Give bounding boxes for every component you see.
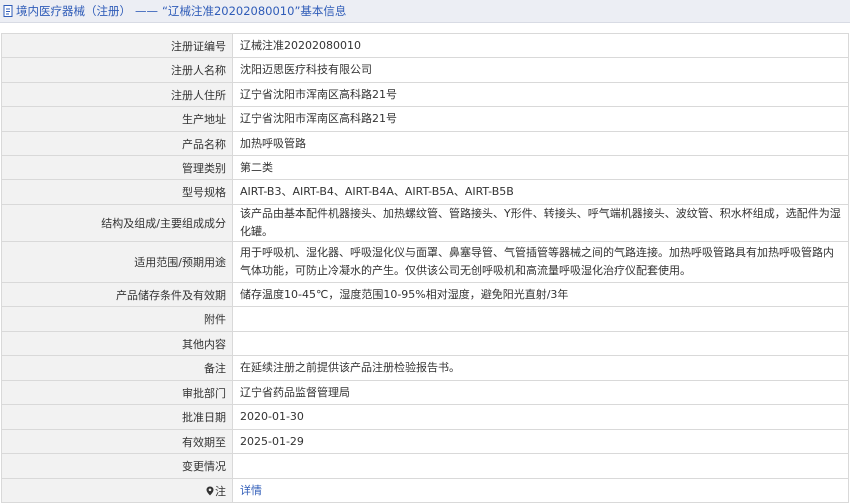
row-value: 该产品由基本配件机器接头、加热螺纹管、管路接头、Y形件、转接头、呼气端机器接头、…: [232, 204, 849, 242]
row-value: [232, 453, 849, 479]
row-label: 产品名称: [1, 131, 233, 156]
table-row: 备注 在延续注册之前提供该产品注册检验报告书。: [1, 355, 849, 381]
table-row: 注册证编号 辽械注准20202080010: [1, 33, 849, 58]
details-link[interactable]: 详情: [240, 484, 262, 497]
document-icon: [3, 5, 13, 17]
row-label: 附件: [1, 306, 233, 332]
table-row: 审批部门 辽宁省药品监督管理局: [1, 380, 849, 405]
row-value: 辽宁省沈阳市浑南区高科路21号: [232, 106, 849, 132]
row-value: [232, 306, 849, 332]
table-row: 注册人住所 辽宁省沈阳市浑南区高科路21号: [1, 82, 849, 107]
table-row: 变更情况: [1, 453, 849, 479]
row-label: 适用范围/预期用途: [1, 241, 233, 283]
row-value: 2025-01-29: [232, 429, 849, 454]
table-row: 有效期至 2025-01-29: [1, 429, 849, 454]
table-row: 生产地址 辽宁省沈阳市浑南区高科路21号: [1, 106, 849, 132]
table-row: 结构及组成/主要组成成分 该产品由基本配件机器接头、加热螺纹管、管路接头、Y形件…: [1, 204, 849, 242]
row-label: 有效期至: [1, 429, 233, 454]
table-row: 管理类别 第二类: [1, 155, 849, 180]
row-label: 其他内容: [1, 331, 233, 356]
row-value: 辽械注准20202080010: [232, 33, 849, 58]
table-row: 产品名称 加热呼吸管路: [1, 131, 849, 156]
row-value: 辽宁省药品监督管理局: [232, 380, 849, 405]
breadcrumb-separator: ——: [135, 4, 158, 18]
row-value: 沈阳迈思医疗科技有限公司: [232, 57, 849, 83]
table-row: 型号规格 AIRT-B3、AIRT-B4、AIRT-B4A、AIRT-B5A、A…: [1, 179, 849, 205]
basic-info-table: 注册证编号 辽械注准20202080010 注册人名称 沈阳迈思医疗科技有限公司…: [1, 33, 849, 503]
row-label: 型号规格: [1, 179, 233, 205]
row-label: 结构及组成/主要组成成分: [1, 204, 233, 242]
row-value: 储存温度10-45℃，湿度范围10-95%相对湿度，避免阳光直射/3年: [232, 282, 849, 307]
row-label: 注册人名称: [1, 57, 233, 83]
table-row: 批准日期 2020-01-30: [1, 404, 849, 430]
row-value: AIRT-B3、AIRT-B4、AIRT-B4A、AIRT-B5A、AIRT-B…: [232, 179, 849, 205]
location-pin-icon: [206, 486, 214, 495]
row-label: 生产地址: [1, 106, 233, 132]
row-label: 备注: [1, 355, 233, 381]
note-label: 注: [215, 484, 226, 498]
row-value: 加热呼吸管路: [232, 131, 849, 156]
table-row: 注册人名称 沈阳迈思医疗科技有限公司: [1, 57, 849, 83]
table-row: 适用范围/预期用途 用于呼吸机、湿化器、呼吸湿化仪与面罩、鼻塞导管、气管插管等器…: [1, 241, 849, 283]
table-row: 附件: [1, 306, 849, 332]
row-value: 辽宁省沈阳市浑南区高科路21号: [232, 82, 849, 107]
row-label: 变更情况: [1, 453, 233, 479]
row-value: 用于呼吸机、湿化器、呼吸湿化仪与面罩、鼻塞导管、气管插管等器械之间的气路连接。加…: [232, 241, 849, 283]
page-title: “辽械注准20202080010”基本信息: [162, 4, 347, 18]
row-label: 管理类别: [1, 155, 233, 180]
row-value: 2020-01-30: [232, 404, 849, 430]
table-row: 其他内容: [1, 331, 849, 356]
row-label: 注册人住所: [1, 82, 233, 107]
row-label: 批准日期: [1, 404, 233, 430]
row-value: [232, 331, 849, 356]
row-label: 审批部门: [1, 380, 233, 405]
breadcrumb-domestic-devices[interactable]: 境内医疗器械（注册）: [16, 3, 131, 19]
row-label: 注册证编号: [1, 33, 233, 58]
table-row: 产品储存条件及有效期 储存温度10-45℃，湿度范围10-95%相对湿度，避免阳…: [1, 282, 849, 307]
row-value: 第二类: [232, 155, 849, 180]
row-label: 产品储存条件及有效期: [1, 282, 233, 307]
row-value: 在延续注册之前提供该产品注册检验报告书。: [232, 355, 849, 381]
page-header: 境内医疗器械（注册） —— “辽械注准20202080010”基本信息: [0, 0, 850, 23]
